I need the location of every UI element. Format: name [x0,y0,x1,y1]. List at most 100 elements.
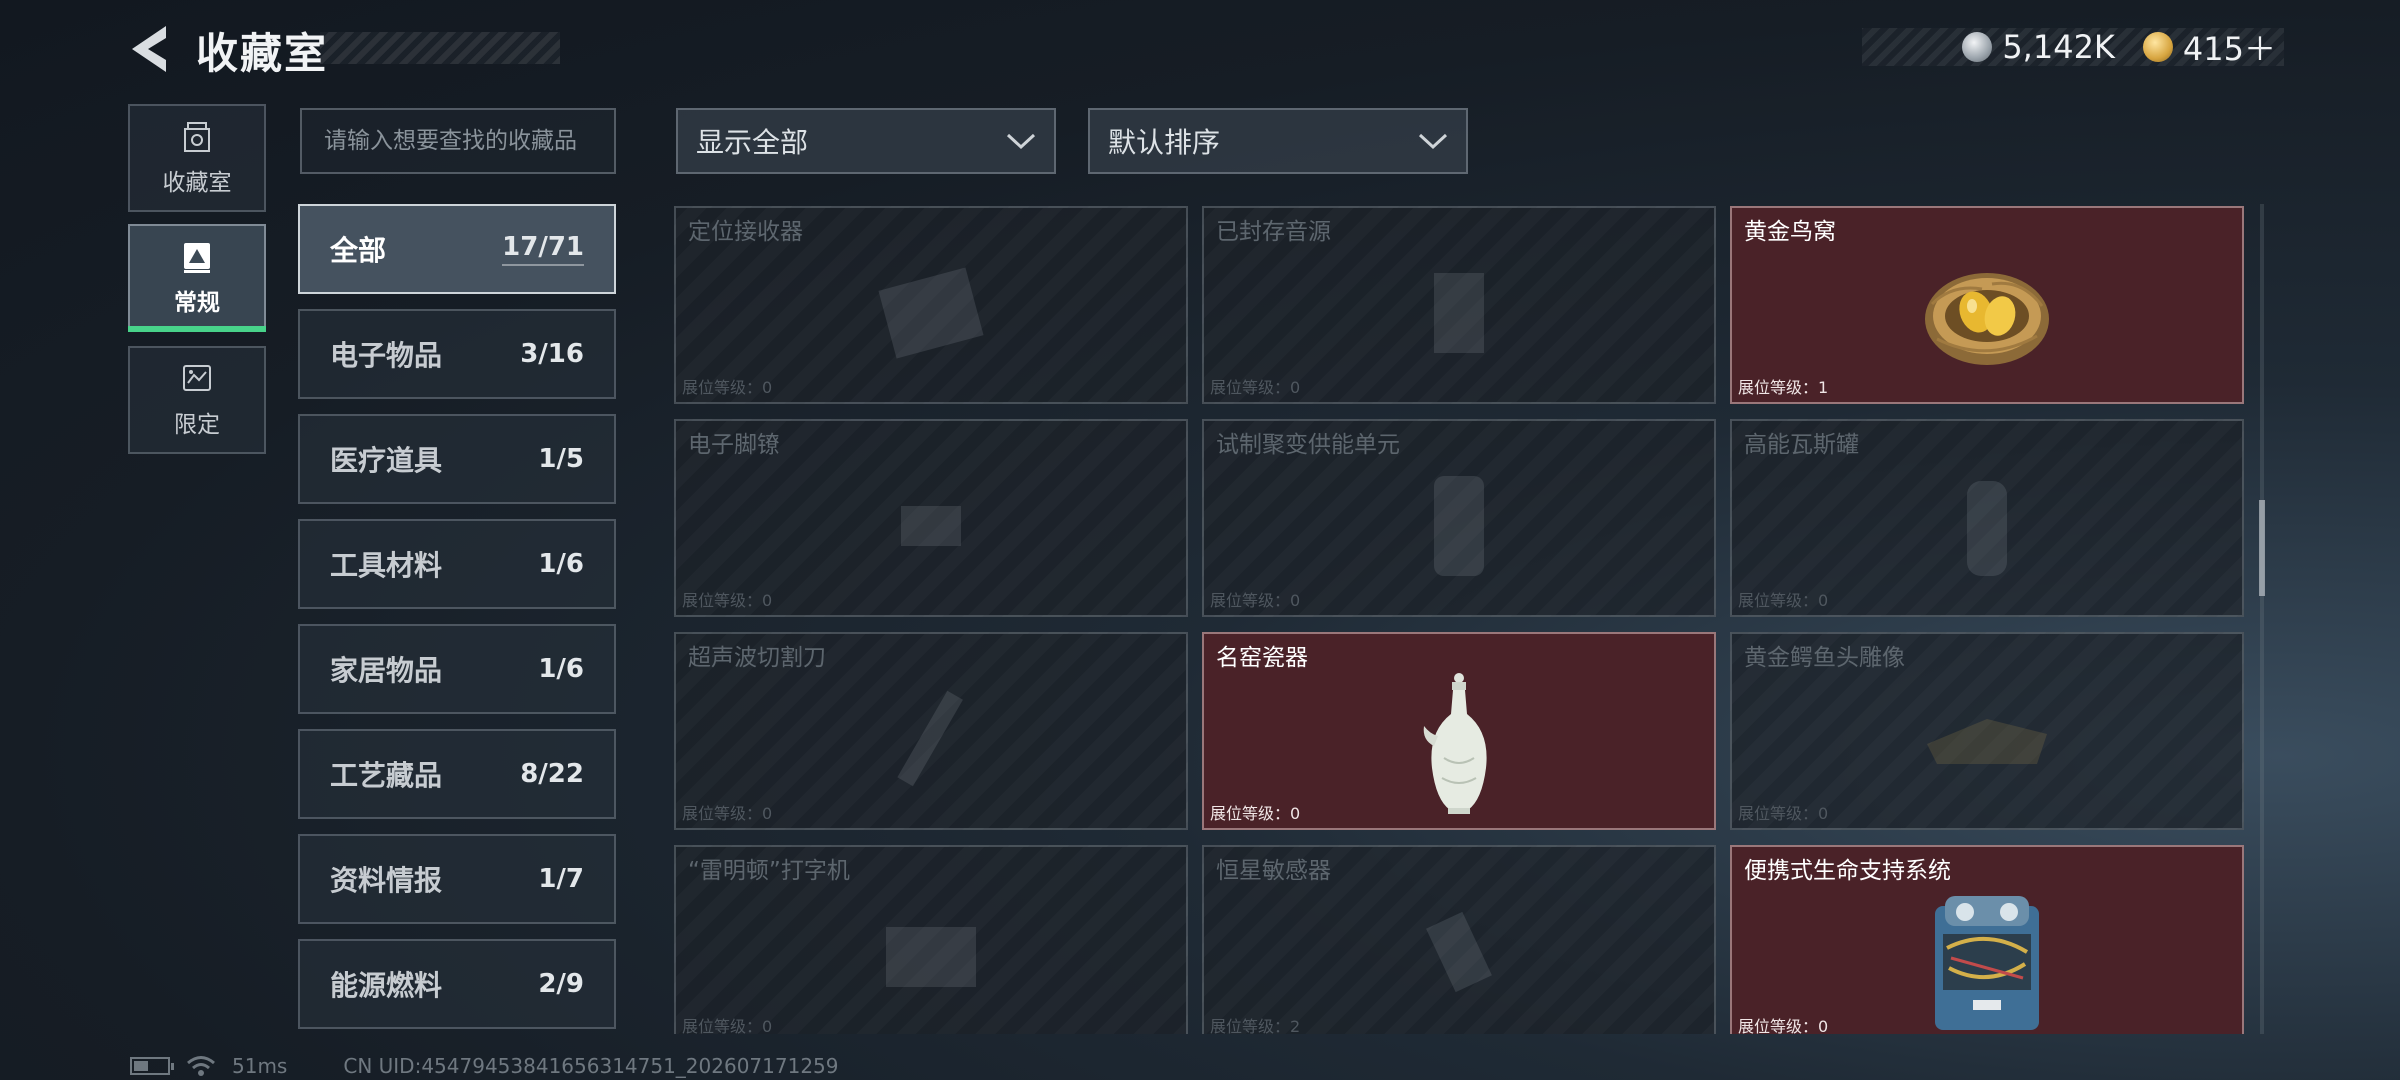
card-name: 便携式生命支持系统 [1744,858,1951,884]
collection-room-icon [184,122,210,152]
display-filter-dropdown[interactable]: 显示全部 [676,108,1056,174]
category-count: 17/71 [502,232,584,266]
collection-card[interactable]: 黄金鳄鱼头雕像 展位等级：0 [1730,632,2244,830]
chevron-down-icon [1006,133,1036,150]
collection-card[interactable]: 定位接收器 展位等级：0 [674,206,1188,404]
category-name: 家居物品 [330,654,443,687]
sort-dropdown[interactable]: 默认排序 [1088,108,1468,174]
card-level: 展位等级：0 [682,378,773,397]
title-decoration [320,32,560,64]
grid-scrollbar-thumb[interactable] [2259,500,2265,596]
nav-label: 常规 [174,290,220,316]
collection-card[interactable]: 名窑瓷器 展位等级：0 [1202,632,1716,830]
nav-label: 限定 [174,412,220,438]
category-count: 1/6 [538,654,584,684]
limited-collection-icon [183,365,211,391]
active-indicator [128,326,266,332]
nav-limited[interactable]: 限定 [128,346,266,454]
page-title: 收藏室 [196,29,329,78]
collection-card[interactable]: 黄金鸟窝 展位等级：1 [1730,206,2244,404]
card-name: 高能瓦斯罐 [1744,432,1859,458]
card-name: 超声波切割刀 [688,645,826,671]
regular-collection-icon [184,243,210,273]
nav-collection-room[interactable]: 收藏室 [128,104,266,212]
ultrasonic-cutter-icon [897,690,963,787]
collection-card[interactable]: 试制聚变供能单元 展位等级：0 [1202,419,1716,617]
card-level: 展位等级：0 [1738,1017,1829,1034]
golden-nest-icon [1925,272,2049,365]
category-crafts[interactable]: 工艺藏品 8/22 [298,729,616,819]
collection-grid: 定位接收器 展位等级：0 已封存音源 展位等级：0 黄金鸟窝 展位等级：1 电子… [672,204,2248,1034]
category-name: 能源燃料 [330,969,443,1002]
category-tools[interactable]: 工具材料 1/6 [298,519,616,609]
golden-crocodile-head-icon [1927,718,2047,764]
card-name: 名窑瓷器 [1216,645,1308,671]
card-level: 展位等级：0 [682,804,773,823]
collection-card[interactable]: 超声波切割刀 展位等级：0 [674,632,1188,830]
card-level: 展位等级：0 [1738,804,1829,823]
collection-card[interactable]: 便携式生命支持系统 展位等级：0 [1730,845,2244,1034]
card-name: “雷明顿”打字机 [688,858,850,884]
collection-card[interactable]: “雷明顿”打字机 展位等级：0 [674,845,1188,1034]
gold-currency-value[interactable]: 415＋ [2183,24,2276,70]
gold-coin-icon [2142,32,2173,62]
card-level: 展位等级：0 [1210,591,1301,610]
silver-coin-icon [1962,32,1993,62]
ping-value: 51ms [232,1054,288,1078]
card-level: 展位等级：2 [1210,1017,1301,1034]
search-field[interactable] [300,108,616,174]
card-level: 展位等级：1 [1738,378,1829,397]
back-arrow-icon[interactable] [126,22,172,76]
star-sensor-icon [1426,911,1492,992]
category-count: 8/22 [520,759,584,789]
collection-card[interactable]: 恒星敏感器 展位等级：2 [1202,845,1716,1034]
chevron-down-icon [1418,133,1448,150]
collection-card[interactable]: 电子脚镣 展位等级：0 [674,419,1188,617]
status-bar: 51ms CN UID:4547945384165631475​1_202607… [130,1054,839,1078]
locator-receiver-icon [878,267,984,359]
category-energy[interactable]: 能源燃料 2/9 [298,939,616,1029]
search-input[interactable] [324,128,592,154]
category-intel[interactable]: 资料情报 1/7 [298,834,616,924]
category-name: 工艺藏品 [330,759,443,792]
category-count: 3/16 [520,339,584,369]
collection-card[interactable]: 高能瓦斯罐 展位等级：0 [1730,419,2244,617]
card-name: 黄金鳄鱼头雕像 [1744,645,1905,671]
user-uid: CN UID:4547945384165631475​1_20260717125… [343,1054,839,1078]
fusion-power-unit-icon [1434,475,1484,576]
category-count: 2/9 [538,969,584,999]
category-household[interactable]: 家居物品 1/6 [298,624,616,714]
card-level: 展位等级：0 [682,1017,773,1034]
collection-card[interactable]: 已封存音源 展位等级：0 [1202,206,1716,404]
nav-regular[interactable]: 常规 [128,224,266,332]
wifi-icon [187,1056,215,1076]
category-electronics[interactable]: 电子物品 3/16 [298,309,616,399]
category-name: 资料情报 [330,864,443,897]
electronic-anklet-icon [901,505,961,546]
sort-value: 默认排序 [1108,126,1221,159]
card-name: 电子脚镣 [688,432,780,458]
category-count: 1/7 [538,864,584,894]
card-level: 展位等级：0 [682,591,773,610]
silver-currency-value: 5,142K [2002,28,2115,66]
sealed-audio-source-icon [1434,272,1484,353]
category-name: 医疗道具 [330,444,443,477]
battery-icon [130,1057,174,1075]
porcelain-vase-icon [1423,672,1487,814]
category-count: 1/5 [538,444,584,474]
category-all[interactable]: 全部 17/71 [298,204,616,294]
gas-canister-icon [1967,480,2007,576]
life-support-system-icon [1935,896,2039,1031]
card-name: 黄金鸟窝 [1744,219,1836,245]
category-count: 1/6 [538,549,584,579]
nav-label: 收藏室 [162,170,232,196]
card-level: 展位等级：0 [1738,591,1829,610]
typewriter-icon [886,926,976,987]
display-filter-value: 显示全部 [696,126,809,159]
card-name: 试制聚变供能单元 [1216,432,1400,458]
category-name: 全部 [330,234,387,267]
grid-scrollbar-track[interactable] [2260,204,2264,1034]
card-level: 展位等级：0 [1210,804,1301,823]
category-medical[interactable]: 医疗道具 1/5 [298,414,616,504]
card-name: 已封存音源 [1216,219,1331,245]
